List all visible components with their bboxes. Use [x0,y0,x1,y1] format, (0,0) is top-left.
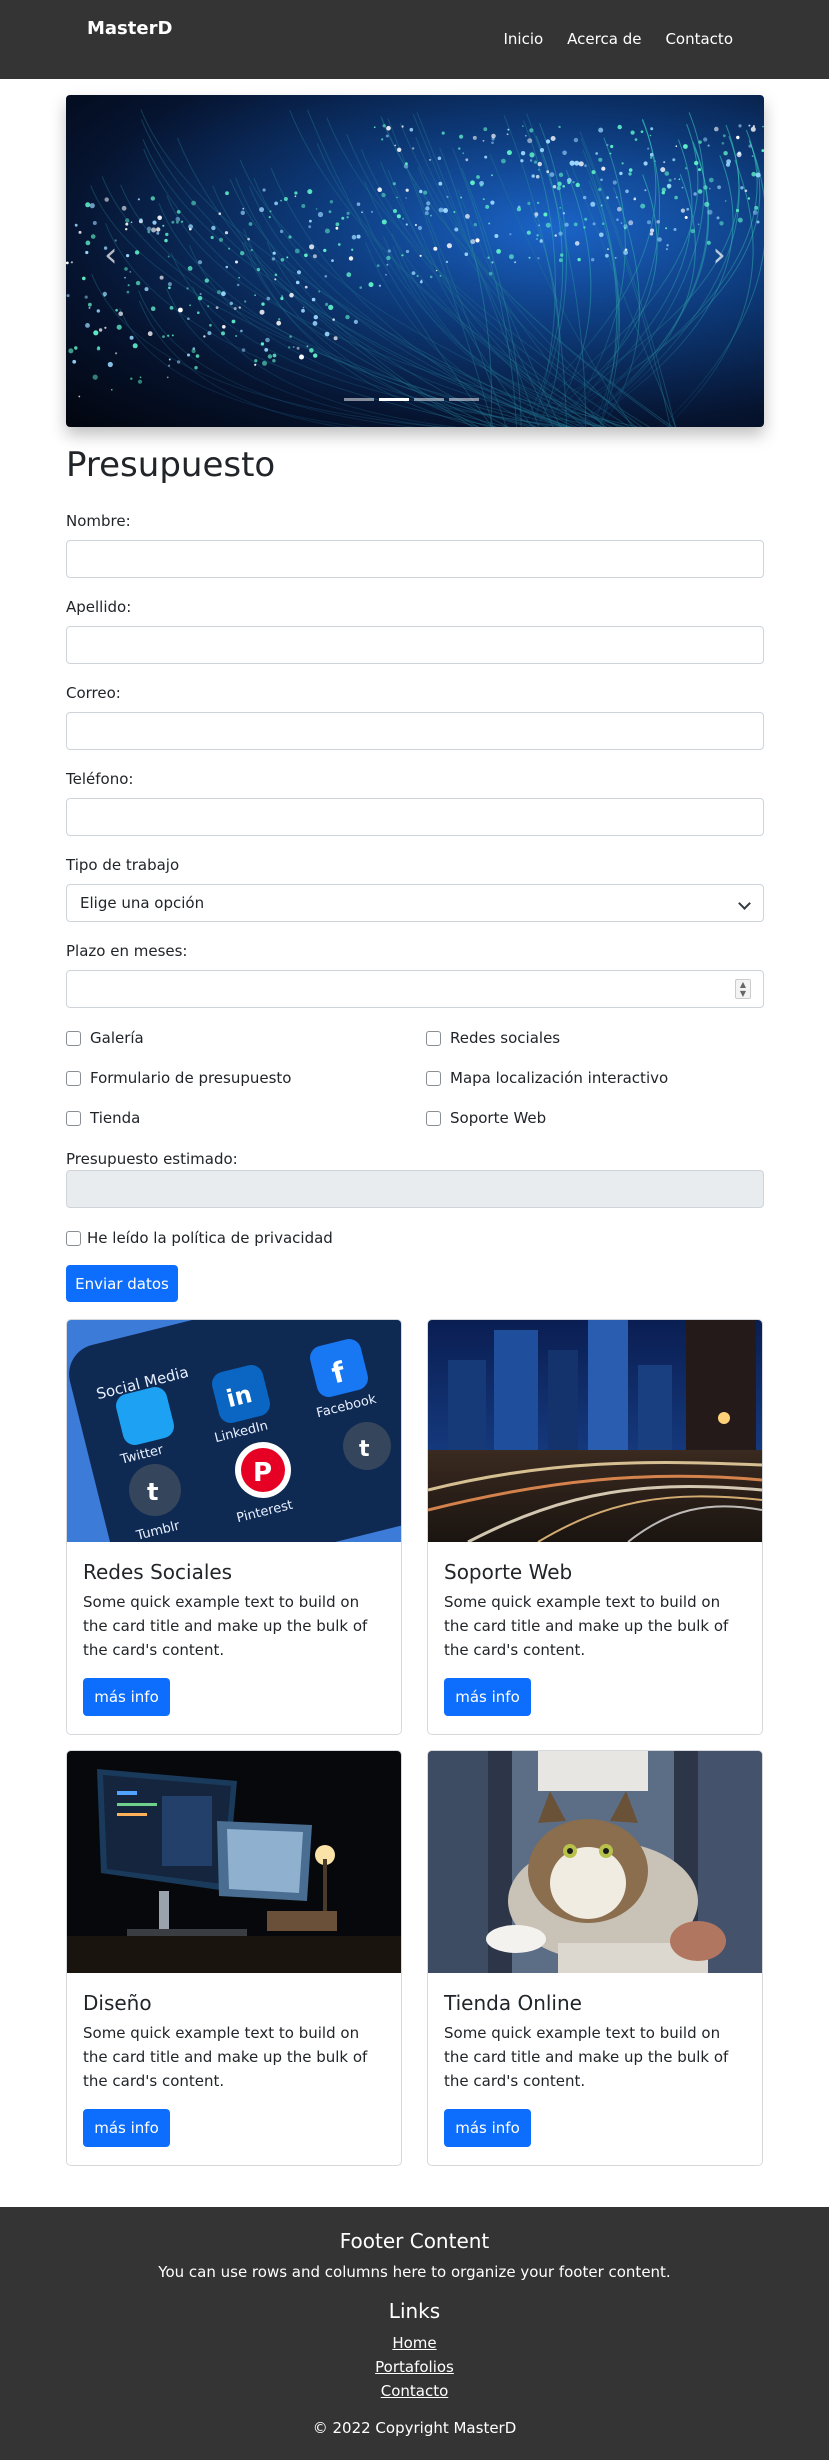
plazo-label: Plazo en meses: [66,942,188,960]
fiber-optics-image [66,109,764,427]
checkbox-label: Galería [90,1029,144,1047]
mas-info-button[interactable]: más info [444,1678,531,1716]
checkbox-box[interactable] [426,1030,441,1046]
city-lights-image [428,1320,762,1542]
footer-title: Footer Content [339,2229,490,2253]
hero-carousel: ‹ › [66,95,764,427]
mas-info-button[interactable]: más info [444,2109,531,2147]
carousel-indicator[interactable] [449,398,479,401]
carousel-indicator[interactable] [414,398,444,401]
checkbox-redes-sociales[interactable]: Redes sociales [426,1029,560,1047]
checkbox-box[interactable] [66,1110,81,1126]
checkbox-soporte-web[interactable]: Soporte Web [426,1109,546,1127]
svg-text:t: t [359,1437,370,1462]
card-image [428,1751,762,1973]
mas-info-button[interactable]: más info [83,2109,170,2147]
checkbox-label: Formulario de presupuesto [90,1069,292,1087]
enviar-datos-button[interactable]: Enviar datos [66,1265,178,1302]
nav-link-acerca-de[interactable]: Acerca de [567,30,641,48]
card-title: Tienda Online [444,1991,582,2015]
tipo-trabajo-value: Elige una opción [80,894,205,912]
checkbox-label: Redes sociales [450,1029,561,1047]
carousel-indicator[interactable] [379,398,409,401]
presupuesto-estimado-output [66,1170,764,1208]
plazo-input[interactable]: ▲ ▼ [66,970,764,1008]
checkbox-label: Tienda [90,1109,141,1127]
chevron-right-icon[interactable]: › [712,235,726,275]
telefono-input[interactable] [66,798,764,836]
checkbox-box[interactable] [66,1070,81,1086]
footer-text: You can use rows and columns here to org… [158,2263,671,2281]
spinner-icon[interactable]: ▲ ▼ [735,979,751,999]
checkbox-formulario-presupuesto[interactable]: Formulario de presupuesto [66,1069,292,1087]
chevron-left-icon[interactable]: ‹ [104,235,118,275]
desk-computer-image [67,1751,401,1973]
pinterest-icon: P [253,1458,272,1488]
form-title: Presupuesto [66,445,276,485]
footer-link-portafolios[interactable]: Portafolios [375,2357,454,2378]
card-title: Diseño [83,1991,152,2015]
card-title: Redes Sociales [83,1560,233,1584]
card-soporte-web: Soporte Web Some quick example text to b… [427,1319,763,1735]
card-diseno: Diseño Some quick example text to build … [66,1750,402,2166]
tipo-trabajo-select[interactable]: Elige una opción [66,884,764,922]
checkbox-label: Mapa localización interactivo [450,1069,669,1087]
checkbox-label: He leído la política de privacidad [87,1229,333,1247]
card-title: Soporte Web [444,1560,573,1584]
checkbox-label: Soporte Web [450,1109,547,1127]
footer: Footer Content You can use rows and colu… [0,2207,829,2460]
checkbox-box[interactable] [66,1230,81,1246]
presupuesto-estimado-label: Presupuesto estimado: [66,1150,238,1168]
footer-links-title: Links [388,2299,441,2323]
checkbox-box[interactable] [426,1070,441,1086]
card-tienda-online: Tienda Online Some quick example text to… [427,1750,763,2166]
checkbox-box[interactable] [426,1110,441,1126]
checkbox-tienda[interactable]: Tienda [66,1109,140,1127]
navbar: MasterD Inicio Acerca de Contacto [0,0,829,79]
tipo-trabajo-label: Tipo de trabajo [66,856,180,874]
checkbox-box[interactable] [66,1030,81,1046]
footer-copyright: © 2022 Copyright MasterD [312,2419,517,2437]
card-image: Social Media Twitter in LinkedIn f Faceb… [67,1320,401,1542]
card-text: Some quick example text to build on the … [83,2024,368,2090]
card-text: Some quick example text to build on the … [444,1593,729,1659]
mas-info-button[interactable]: más info [83,1678,170,1716]
footer-links: Home Portafolios Contacto [0,2333,829,2402]
nav-link-contacto[interactable]: Contacto [665,30,733,48]
nombre-label: Nombre: [66,512,131,530]
correo-label: Correo: [66,684,121,702]
cat-image [428,1751,762,1973]
brand-logo[interactable]: MasterD [87,18,172,39]
carousel-indicator[interactable] [344,398,374,401]
footer-link-contacto[interactable]: Contacto [381,2381,449,2402]
nombre-input[interactable] [66,540,764,578]
carousel-indicators [344,398,479,401]
card-image [67,1751,401,1973]
checkbox-privacidad[interactable]: He leído la política de privacidad [66,1229,333,1247]
card-text: Some quick example text to build on the … [444,2024,729,2090]
card-redes-sociales: Social Media Twitter in LinkedIn f Faceb… [66,1319,402,1735]
checkbox-mapa-interactivo[interactable]: Mapa localización interactivo [426,1069,668,1087]
card-image [428,1320,762,1542]
telefono-label: Teléfono: [66,770,134,788]
apellido-label: Apellido: [66,598,132,616]
correo-input[interactable] [66,712,764,750]
card-text: Some quick example text to build on the … [83,1593,368,1659]
nav-link-inicio[interactable]: Inicio [503,30,543,48]
checkbox-galeria[interactable]: Galería [66,1029,144,1047]
apellido-input[interactable] [66,626,764,664]
social-media-image: Social Media Twitter in LinkedIn f Faceb… [67,1320,401,1542]
tumblr-icon: t [147,1478,158,1506]
nav-links: Inicio Acerca de Contacto [503,30,733,48]
chevron-down-icon [738,897,751,910]
footer-link-home[interactable]: Home [392,2333,436,2354]
